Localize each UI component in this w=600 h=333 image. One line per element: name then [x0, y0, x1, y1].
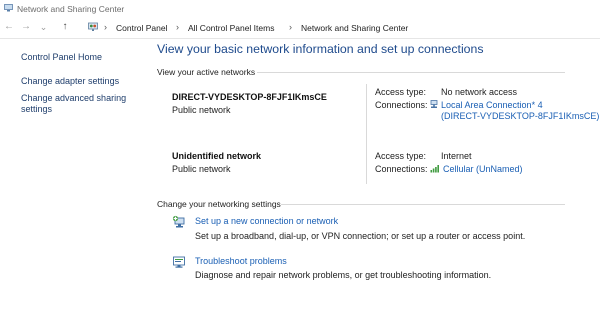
troubleshoot-link[interactable]: Troubleshoot problems — [195, 256, 287, 266]
breadcrumb-all-items[interactable]: All Control Panel Items — [188, 23, 274, 33]
forward-button[interactable]: → — [20, 21, 32, 33]
access-type-value: Internet — [441, 151, 472, 161]
window-title: Network and Sharing Center — [17, 4, 125, 14]
setup-connection-link[interactable]: Set up a new connection or network — [195, 216, 338, 226]
change-settings-label: Change your networking settings — [157, 199, 281, 209]
up-button[interactable]: ↑ — [59, 21, 71, 33]
page-title: View your basic network information and … — [157, 42, 484, 56]
connection-link[interactable]: Cellular (UnNamed) — [443, 164, 523, 174]
back-button[interactable]: ← — [3, 21, 15, 33]
breadcrumb-network-sharing[interactable]: Network and Sharing Center — [301, 23, 408, 33]
breadcrumb-separator: › — [289, 22, 292, 32]
sidebar-change-advanced-sharing-cont[interactable]: settings — [21, 104, 52, 115]
connection-link[interactable]: Local Area Connection* 4 — [441, 100, 543, 110]
troubleshoot-description: Diagnose and repair network problems, or… — [195, 270, 492, 280]
ethernet-icon — [430, 100, 438, 108]
access-type-label: Access type: — [375, 87, 427, 97]
control-panel-icon — [88, 22, 98, 31]
access-type-label: Access type: — [375, 151, 427, 161]
network-category[interactable]: Public network — [172, 164, 231, 174]
sidebar-control-panel-home[interactable]: Control Panel Home — [21, 52, 102, 63]
breadcrumb-separator: › — [104, 22, 107, 32]
connections-label: Connections: — [375, 100, 428, 110]
setup-connection-description: Set up a broadband, dial-up, or VPN conn… — [195, 231, 526, 241]
troubleshoot-icon — [173, 256, 185, 268]
network-category[interactable]: Public network — [172, 105, 231, 115]
network-app-icon — [4, 4, 13, 12]
connection-link-cont[interactable]: (DIRECT-VYDESKTOP-8FJF1IKmsCE) — [441, 111, 599, 121]
cellular-signal-icon — [430, 165, 439, 173]
title-bar: Network and Sharing Center — [0, 0, 600, 18]
active-networks-label: View your active networks — [157, 67, 256, 77]
sidebar-change-advanced-sharing[interactable]: Change advanced sharing — [21, 93, 126, 104]
connections-label: Connections: — [375, 164, 428, 174]
recent-locations-button[interactable]: ⌄ — [39, 21, 48, 33]
address-bar: ← → ⌄ ↑ › Control Panel › All Control Pa… — [0, 18, 600, 38]
access-type-value: No network access — [441, 87, 518, 97]
new-connection-icon — [172, 215, 185, 228]
breadcrumb-control-panel[interactable]: Control Panel — [116, 23, 168, 33]
section-divider — [257, 72, 565, 73]
address-divider — [0, 38, 600, 39]
breadcrumb-separator: › — [176, 22, 179, 32]
sidebar-change-adapter-settings[interactable]: Change adapter settings — [21, 76, 119, 87]
network-name: DIRECT-VYDESKTOP-8FJF1IKmsCE — [172, 92, 327, 102]
section-divider — [281, 204, 565, 205]
network-name: Unidentified network — [172, 151, 262, 161]
column-divider — [366, 84, 367, 184]
